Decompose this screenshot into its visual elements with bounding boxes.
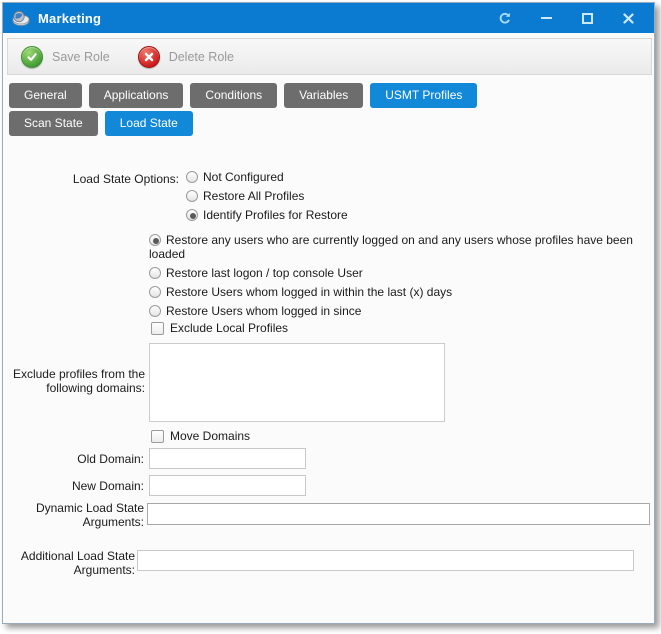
move-domains-checkbox[interactable]: Move Domains [151,429,250,443]
checkbox-label: Move Domains [170,429,250,443]
radio-restore-all-profiles[interactable]: Restore All Profiles [186,189,348,203]
main-tab-bar: General Applications Conditions Variable… [9,83,477,108]
load-state-options-radio-group: Not Configured Restore All Profiles Iden… [186,170,348,227]
exclude-domains-textarea[interactable] [149,343,445,422]
radio-icon [149,286,161,298]
delete-role-label: Delete Role [169,50,234,64]
maximize-icon[interactable] [580,11,594,25]
radio-restore-last-logon[interactable]: Restore last logon / top console User [149,266,653,280]
tab-scan-state[interactable]: Scan State [9,111,98,136]
marketing-window: Marketing Save [2,2,655,624]
radio-label: Restore any users who are currently logg… [149,233,633,261]
checkbox-icon [151,430,164,443]
radio-label: Not Configured [203,170,284,184]
dynamic-load-state-args-input[interactable] [147,503,650,525]
radio-label: Identify Profiles for Restore [203,208,348,222]
save-check-icon [21,46,43,68]
delete-x-icon [138,46,160,68]
radio-identify-profiles[interactable]: Identify Profiles for Restore [186,208,348,222]
save-role-button[interactable]: Save Role [21,46,110,68]
additional-load-state-args-label: Additional Load State Arguments: [7,549,135,577]
radio-icon [149,234,161,246]
tab-general[interactable]: General [9,83,82,108]
titlebar[interactable]: Marketing [3,3,654,33]
restore-users-radio-group: Restore any users who are currently logg… [149,233,653,323]
radio-restore-logged-in-since[interactable]: Restore Users whom logged in since [149,304,653,318]
minimize-icon[interactable] [539,11,553,25]
radio-icon [186,209,198,221]
delete-role-button[interactable]: Delete Role [138,46,234,68]
exclude-domains-label: Exclude profiles from the following doma… [11,367,145,395]
save-role-label: Save Role [52,50,110,64]
window-controls [498,11,645,25]
exclude-local-profiles-checkbox[interactable]: Exclude Local Profiles [151,321,288,335]
load-state-options-label: Load State Options: [21,172,179,186]
radio-icon [186,190,198,202]
tab-variables[interactable]: Variables [284,83,363,108]
refresh-icon[interactable] [498,11,512,25]
window-title: Marketing [38,11,101,26]
radio-label: Restore All Profiles [203,189,304,203]
app-icon [12,10,30,26]
tab-applications[interactable]: Applications [89,83,184,108]
radio-label: Restore last logon / top console User [166,266,363,280]
dynamic-load-state-args-label: Dynamic Load State Arguments: [9,501,144,529]
sub-tab-bar: Scan State Load State [9,111,193,136]
checkbox-icon [151,322,164,335]
toolbar: Save Role Delete Role [7,38,652,75]
new-domain-input[interactable] [149,475,306,496]
tab-load-state[interactable]: Load State [105,111,193,136]
checkbox-label: Exclude Local Profiles [170,321,288,335]
old-domain-input[interactable] [149,448,306,469]
radio-label: Restore Users whom logged in since [166,304,361,318]
new-domain-label: New Domain: [11,479,144,493]
radio-restore-logged-on-users[interactable]: Restore any users who are currently logg… [149,233,653,261]
radio-label: Restore Users whom logged in within the … [166,285,452,299]
old-domain-label: Old Domain: [11,452,144,466]
close-icon[interactable] [621,11,635,25]
radio-icon [149,305,161,317]
tab-conditions[interactable]: Conditions [190,83,277,108]
radio-restore-last-x-days[interactable]: Restore Users whom logged in within the … [149,285,653,299]
radio-icon [149,267,161,279]
radio-not-configured[interactable]: Not Configured [186,170,348,184]
radio-icon [186,171,198,183]
tab-usmt-profiles[interactable]: USMT Profiles [370,83,477,108]
additional-load-state-args-input[interactable] [137,550,634,571]
